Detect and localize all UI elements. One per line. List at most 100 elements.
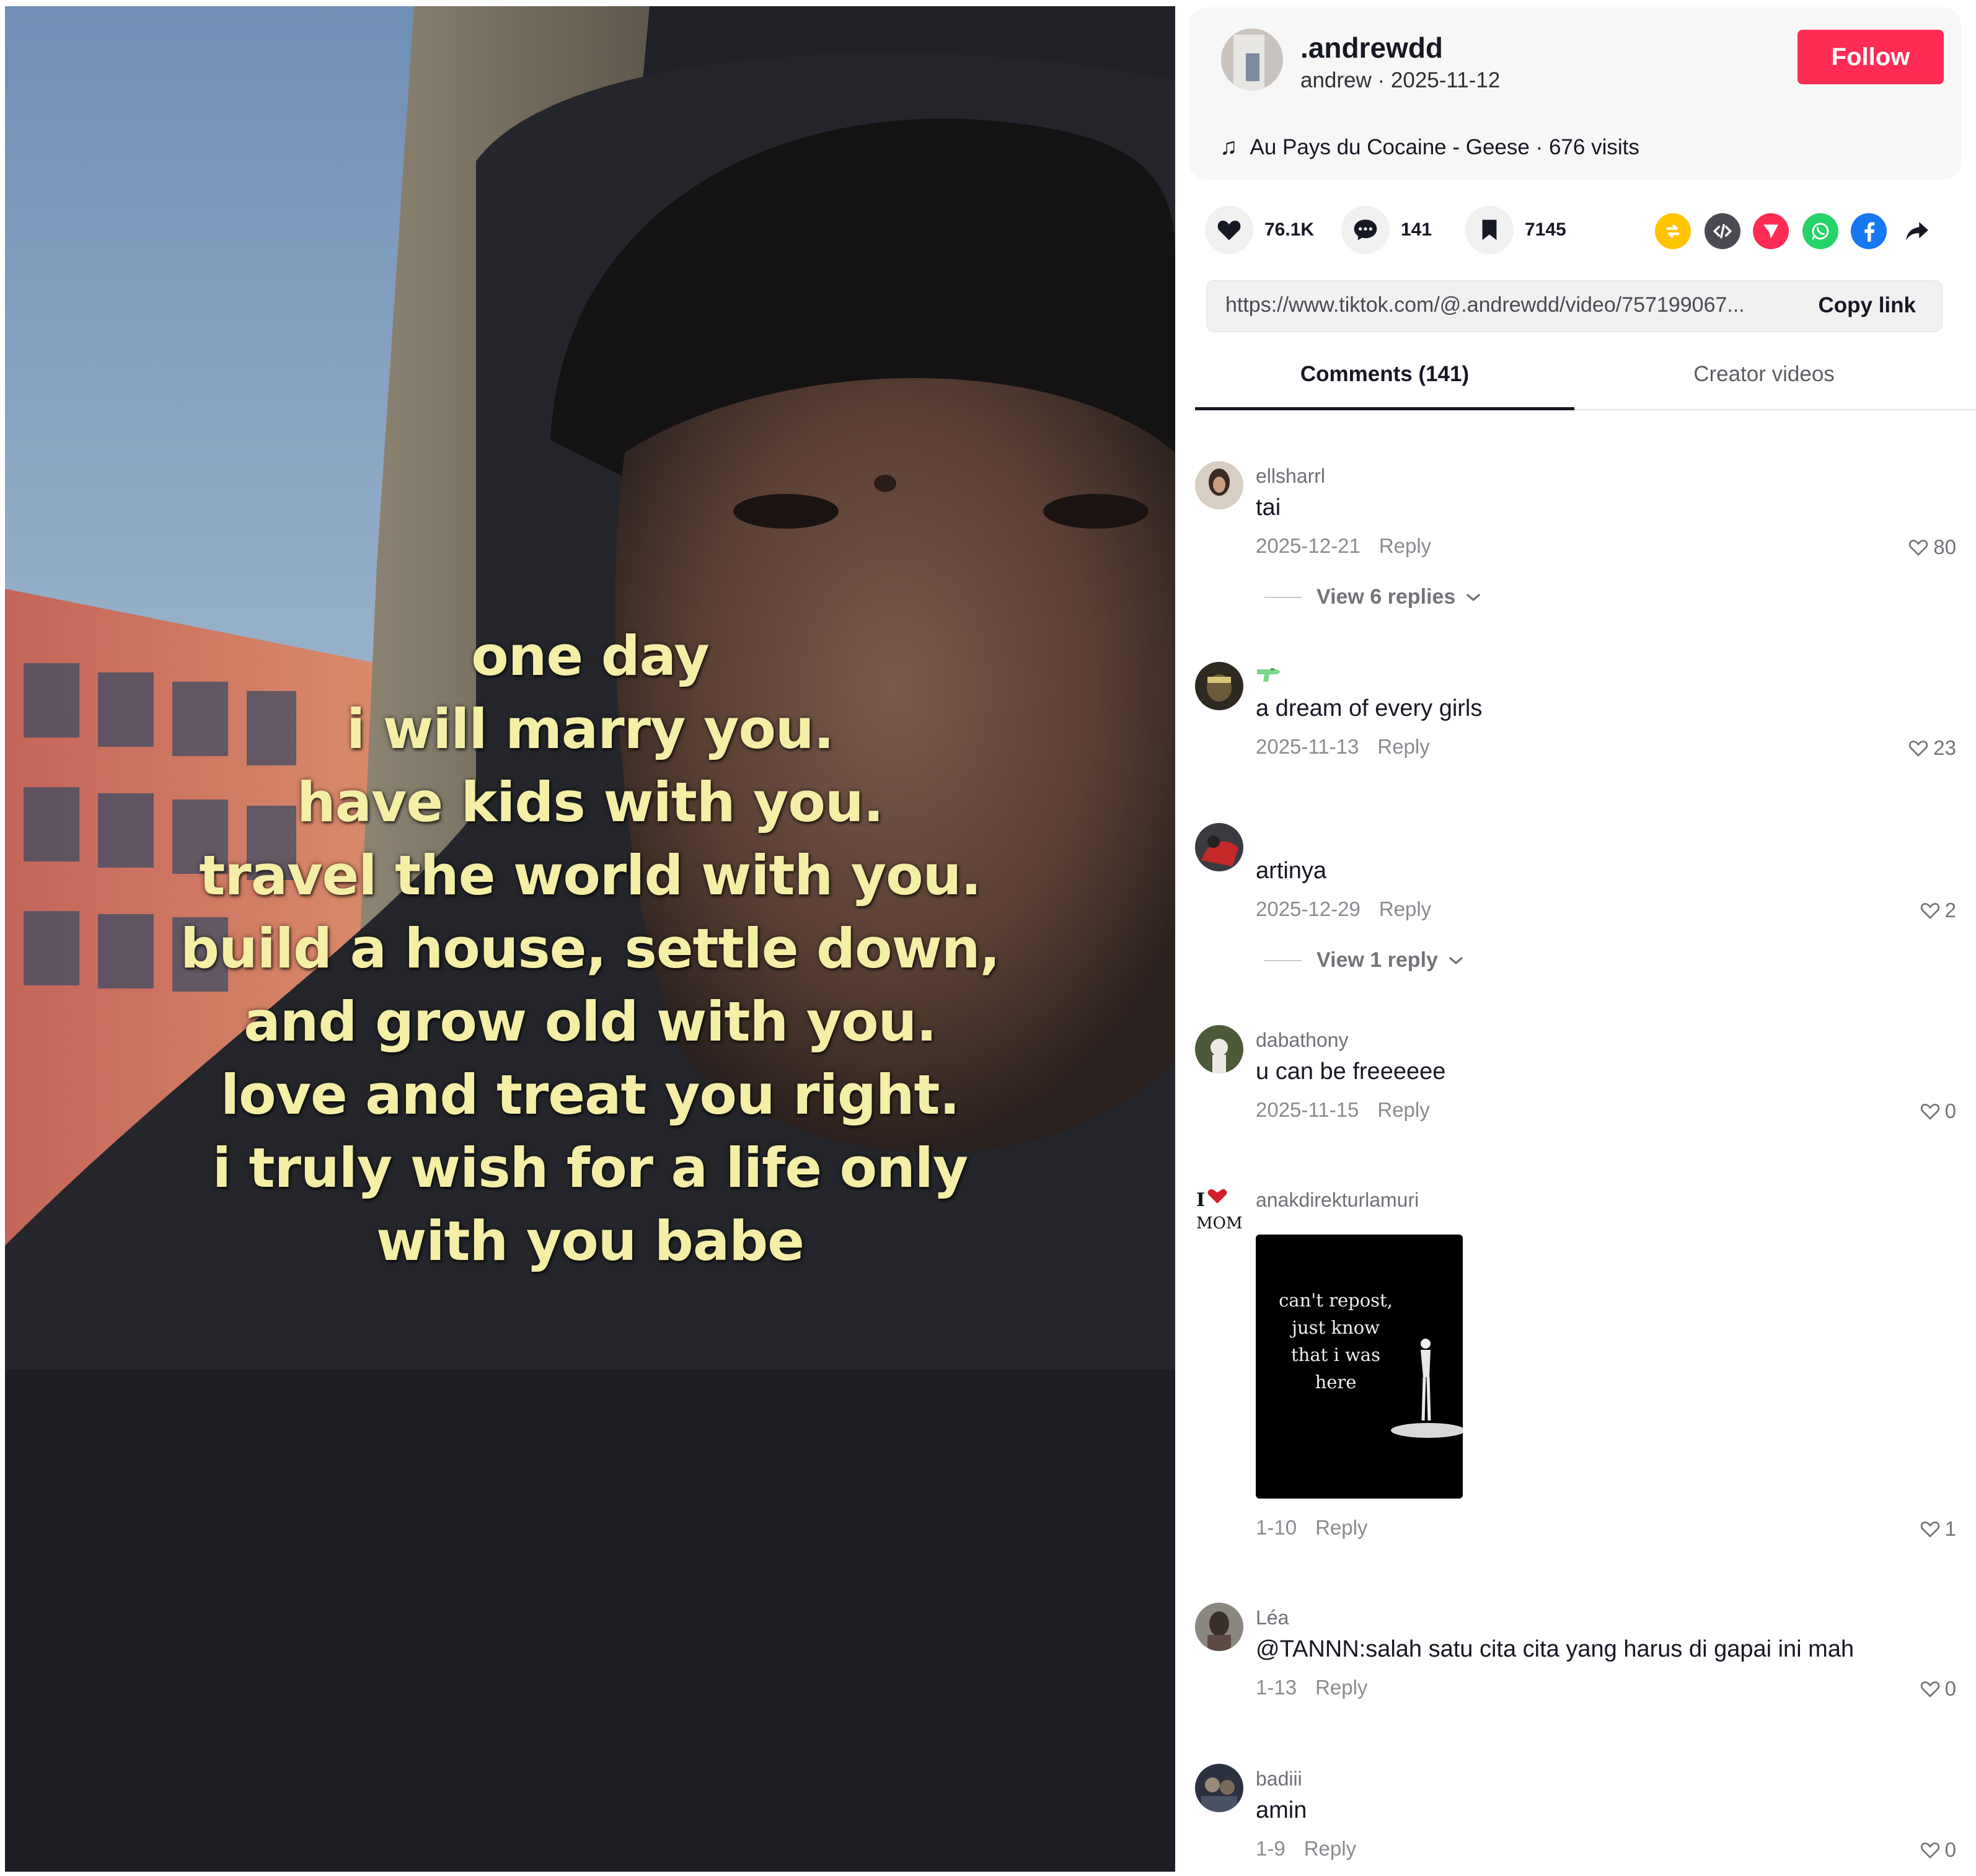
sticker-figure	[1391, 1339, 1463, 1438]
comment-text: u can be freeeeee	[1256, 1059, 1446, 1085]
comment-item: a dream of every girls 2025-11-13 Reply 2…	[1195, 662, 1964, 773]
follow-button[interactable]: Follow	[1797, 30, 1944, 84]
comment-like-count: 0	[1944, 1677, 1956, 1700]
comment-like[interactable]: 23	[1908, 736, 1956, 760]
comment-username[interactable]	[1256, 666, 1282, 689]
heart-outline-icon	[1920, 1842, 1939, 1859]
creator-avatar[interactable]	[1221, 29, 1283, 90]
send-icon[interactable]	[1753, 213, 1789, 249]
like-count: 76.1K	[1264, 219, 1315, 240]
tab-creator-videos[interactable]: Creator videos	[1574, 362, 1954, 387]
comment-like[interactable]: 80	[1908, 535, 1956, 559]
comment-date: 1-13	[1256, 1676, 1297, 1699]
avatar[interactable]	[1195, 662, 1243, 710]
comment-item: dabathony u can be freeeeee 2025-11-15 Re…	[1195, 1025, 1964, 1137]
view-replies-button[interactable]: View 1 reply	[1264, 948, 1464, 972]
chevron-down-icon	[1449, 956, 1463, 964]
reply-button[interactable]: Reply	[1379, 534, 1431, 557]
comment-like[interactable]: 0	[1920, 1838, 1956, 1862]
save-action[interactable]: 7145	[1465, 206, 1566, 254]
music-label: Au Pays du Cocaine - Geese · 676 visits	[1250, 134, 1639, 159]
caption-line: and grow old with you.	[244, 990, 937, 1054]
comment-like-count: 2	[1944, 899, 1956, 922]
comment-like[interactable]: 0	[1920, 1099, 1956, 1123]
view-replies-button[interactable]: View 6 replies	[1264, 585, 1481, 609]
caption-line: one day	[471, 624, 709, 688]
like-action[interactable]: 76.1K	[1205, 206, 1314, 254]
view-replies-label: View 1 reply	[1317, 948, 1438, 972]
comment-action[interactable]: 141	[1341, 206, 1432, 254]
heart-outline-icon	[1909, 539, 1928, 556]
caption-line: i truly wish for a life only	[212, 1136, 969, 1200]
comment-username[interactable]: dabathony	[1256, 1029, 1348, 1052]
comment-text: @TANNN:salah satu cita cita yang harus d…	[1256, 1636, 1855, 1662]
svg-text:I: I	[1196, 1189, 1205, 1211]
comment-like[interactable]: 1	[1920, 1517, 1956, 1541]
chevron-down-icon	[1467, 593, 1481, 601]
sticker-text: can't repost, just know that i was here	[1279, 1290, 1393, 1393]
comment-sticker-image[interactable]: can't repost, just know that i was here	[1256, 1235, 1463, 1499]
svg-text:MOM: MOM	[1196, 1214, 1243, 1233]
i-love-mom-icon[interactable]: I MOM	[1195, 1185, 1243, 1233]
caption-line: have kids with you.	[296, 770, 884, 834]
share-arrow-icon[interactable]	[1899, 213, 1935, 249]
heart-outline-icon	[1920, 902, 1939, 919]
comment-date: 1-9	[1256, 1837, 1286, 1860]
comment-username[interactable]: anakdirekturlamuri	[1256, 1189, 1419, 1212]
bookmark-icon	[1465, 206, 1514, 254]
tab-active-indicator	[1195, 407, 1574, 410]
music-note-icon: ♫	[1220, 134, 1238, 160]
avatar[interactable]	[1195, 1603, 1243, 1651]
copy-link-button[interactable]: Copy link	[1818, 293, 1916, 318]
avatar[interactable]	[1195, 461, 1243, 509]
comment-username[interactable]: badiii	[1256, 1768, 1302, 1790]
tab-comments[interactable]: Comments (141)	[1195, 362, 1574, 387]
repost-icon[interactable]	[1655, 213, 1691, 249]
heart-outline-icon	[1920, 1103, 1939, 1120]
comment-like[interactable]: 0	[1920, 1677, 1956, 1701]
comment-meta: 2025-12-21 Reply	[1256, 534, 1431, 558]
embed-icon[interactable]	[1705, 213, 1740, 249]
comment-date: 2025-12-29	[1256, 897, 1361, 920]
avatar[interactable]	[1195, 1764, 1243, 1812]
comment-like-count: 23	[1933, 736, 1956, 759]
reply-button[interactable]: Reply	[1377, 1098, 1429, 1121]
video-caption: one day i will marry you. have kids with…	[5, 620, 1175, 1278]
view-replies-label: View 6 replies	[1317, 585, 1456, 609]
comment-icon	[1341, 206, 1390, 254]
creator-card: .andrewdd andrew · 2025-11-12 Follow ♫ A…	[1189, 7, 1961, 180]
details-panel: .andrewdd andrew · 2025-11-12 Follow ♫ A…	[1181, 0, 1976, 1876]
music-link[interactable]: ♫ Au Pays du Cocaine - Geese · 676 visit…	[1220, 134, 1639, 161]
comment-date: 1-10	[1256, 1516, 1297, 1539]
divider	[1264, 959, 1302, 961]
reply-button[interactable]: Reply	[1315, 1516, 1367, 1539]
heart-outline-icon	[1909, 740, 1928, 757]
avatar[interactable]	[1195, 1025, 1243, 1073]
creator-username[interactable]: .andrewdd	[1300, 31, 1443, 64]
facebook-icon[interactable]	[1851, 213, 1887, 249]
comment-username[interactable]: Léa	[1256, 1606, 1289, 1629]
comment-like[interactable]: 2	[1920, 899, 1956, 922]
comment-meta: 1-10 Reply	[1256, 1516, 1367, 1539]
video-player[interactable]: one day i will marry you. have kids with…	[5, 6, 1175, 1872]
video-url[interactable]: https://www.tiktok.com/@.andrewdd/video/…	[1225, 293, 1777, 317]
reply-button[interactable]: Reply	[1315, 1676, 1367, 1699]
whatsapp-icon[interactable]	[1802, 213, 1838, 249]
heart-icon	[1205, 206, 1253, 254]
caption-line: build a house, settle down,	[180, 917, 1000, 980]
creator-meta: andrew · 2025-11-12	[1300, 68, 1501, 92]
comment-meta: 1-13 Reply	[1256, 1676, 1367, 1699]
avatar[interactable]	[1195, 823, 1243, 871]
reply-button[interactable]: Reply	[1377, 735, 1429, 758]
comment-meta: 2025-11-13 Reply	[1256, 735, 1430, 759]
comment-like-count: 0	[1944, 1099, 1956, 1122]
reply-button[interactable]: Reply	[1379, 897, 1431, 920]
panel-tabs: Comments (141) Creator videos	[1195, 355, 1976, 410]
comment-meta: 1-9 Reply	[1256, 1837, 1356, 1861]
comment-like-count: 1	[1944, 1517, 1956, 1540]
caption-line: i will marry you.	[346, 697, 834, 761]
comment-username[interactable]: ellsharrl	[1256, 465, 1325, 488]
divider	[1264, 596, 1302, 598]
comment-like-count: 80	[1933, 535, 1956, 558]
reply-button[interactable]: Reply	[1304, 1837, 1356, 1860]
